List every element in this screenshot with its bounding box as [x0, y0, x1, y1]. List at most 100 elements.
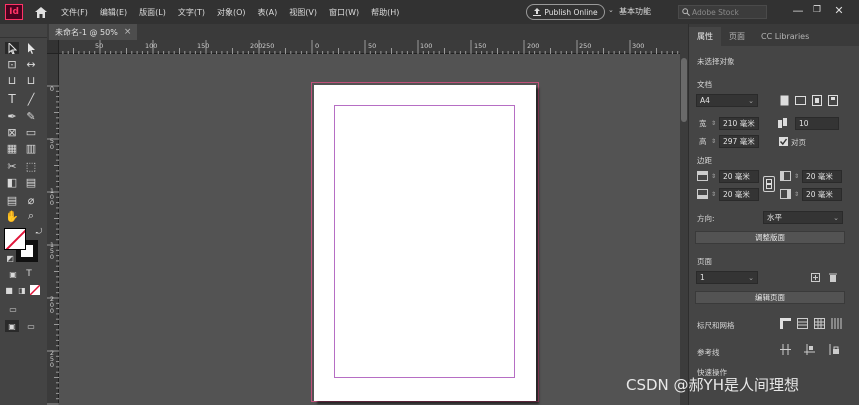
apply-gradient-icon[interactable]: ◨ — [15, 284, 29, 296]
content-placer-icon[interactable]: ⊔ — [24, 74, 38, 87]
rectangle-tool-icon[interactable]: ▭ — [24, 126, 38, 139]
vertical-scrollbar[interactable] — [680, 40, 688, 405]
workspace-switcher[interactable]: 基本功能 — [619, 6, 651, 17]
minimize-icon[interactable]: — — [791, 3, 805, 17]
height-spinner-icon[interactable]: ⇕ — [710, 135, 717, 147]
margin-bottom-spinner-icon[interactable]: ⇕ — [710, 188, 717, 200]
pen-tool-icon[interactable]: ✒ — [5, 110, 19, 123]
menu-table[interactable]: 表(A) — [258, 7, 278, 18]
chevron-down-icon: ⌄ — [748, 273, 754, 282]
margin-top-spinner-icon[interactable]: ⇕ — [710, 170, 717, 182]
margin-left-field[interactable]: 20 毫米 — [802, 170, 842, 183]
note-tool-icon[interactable]: ▤ — [5, 194, 19, 207]
rectangle-frame-tool-icon[interactable]: ⊠ — [5, 126, 19, 139]
show-guides-icon[interactable] — [780, 344, 791, 355]
margin-top-field[interactable]: 20 毫米 — [719, 170, 759, 183]
formatting-container-icon[interactable]: ▣ — [6, 268, 20, 280]
margin-right-field[interactable]: 20 毫米 — [802, 188, 842, 201]
grid-tool-icon[interactable]: ▥ — [24, 142, 38, 155]
document-page[interactable] — [314, 85, 536, 401]
free-transform-tool-icon[interactable]: ⬚ — [24, 160, 38, 173]
orientation-select[interactable]: 水平 ⌄ — [763, 211, 843, 224]
margin-left-spinner-icon[interactable]: ⇕ — [793, 170, 800, 182]
horizontal-ruler[interactable]: 0 50 100 150 200 250 0 50 100 150 200 25… — [47, 40, 680, 54]
link-margins-icon[interactable] — [763, 176, 775, 192]
apply-none-icon[interactable] — [28, 284, 42, 296]
close-tab-icon[interactable]: × — [124, 27, 132, 37]
menu-help[interactable]: 帮助(H) — [371, 7, 399, 18]
publish-chevron-down-icon[interactable]: ⌄ — [608, 6, 614, 14]
document-tab[interactable]: 未命名-1 @ 50% × — [49, 24, 138, 40]
screen-mode-icon[interactable]: ▭ — [6, 303, 20, 315]
document-grid-icon[interactable] — [814, 318, 825, 329]
ruler-h-label: 100 — [420, 42, 433, 50]
pencil-tool-icon[interactable]: ✎ — [24, 110, 38, 123]
page-tool-icon[interactable]: ⊡ — [5, 58, 19, 71]
ruler-toggle-icon[interactable] — [780, 318, 791, 329]
scrollbar-thumb[interactable] — [681, 58, 687, 122]
page-select[interactable]: 1 ⌄ — [696, 271, 758, 284]
pasteboard[interactable] — [59, 54, 680, 405]
binding-left-icon[interactable] — [811, 95, 822, 106]
edit-page-button[interactable]: 编辑页面 — [695, 291, 845, 304]
gradient-swatch-tool-icon[interactable]: ◧ — [5, 176, 19, 189]
publish-online-button[interactable]: Publish Online — [526, 4, 605, 20]
vertical-ruler[interactable]: 0 50 100 150 200 250 — [47, 54, 59, 405]
lock-guides-icon[interactable] — [828, 344, 839, 355]
menu-layout[interactable]: 版面(L) — [139, 7, 166, 18]
delete-page-icon[interactable] — [827, 272, 838, 283]
menu-edit[interactable]: 编辑(E) — [100, 7, 127, 18]
fill-swatch[interactable] — [4, 228, 26, 250]
direct-selection-tool-icon[interactable] — [24, 42, 38, 54]
width-spinner-icon[interactable]: ⇕ — [710, 117, 717, 129]
menu-object[interactable]: 对象(O) — [217, 7, 246, 18]
new-page-icon[interactable] — [810, 272, 821, 283]
ruler-v-label: 250 — [49, 349, 55, 369]
restore-icon[interactable]: ❐ — [810, 3, 824, 17]
height-field[interactable]: 297 毫米 — [719, 135, 759, 148]
menu-window[interactable]: 窗口(W) — [329, 7, 359, 18]
table-tool-icon[interactable]: ▦ — [5, 142, 19, 155]
toolbar-grip[interactable] — [0, 24, 47, 38]
eyedropper-tool-icon[interactable]: ⌀ — [24, 194, 38, 207]
apply-color-icon[interactable]: ■ — [2, 284, 16, 296]
landscape-orientation-icon[interactable] — [795, 95, 806, 106]
tab-cc-libraries[interactable]: CC Libraries — [753, 27, 817, 46]
facing-pages-checkbox[interactable] — [778, 136, 789, 147]
pages-count-field[interactable]: 10 — [795, 117, 839, 130]
home-icon[interactable] — [33, 4, 49, 20]
menu-file[interactable]: 文件(F) — [61, 7, 88, 18]
ruler-v-label: 100 — [49, 187, 55, 207]
margin-bottom-field[interactable]: 20 毫米 — [719, 188, 759, 201]
scissors-tool-icon[interactable]: ✂ — [5, 160, 19, 173]
default-fill-stroke-icon[interactable]: ◩ — [3, 252, 17, 264]
adobe-stock-search[interactable]: Adobe Stock — [678, 5, 767, 19]
ruler-origin[interactable] — [47, 40, 59, 54]
portrait-orientation-icon[interactable] — [779, 95, 790, 106]
preview-view-icon[interactable]: ▭ — [24, 320, 38, 332]
line-tool-icon[interactable]: ╱ — [24, 93, 38, 106]
binding-right-icon[interactable] — [827, 95, 838, 106]
menu-view[interactable]: 视图(V) — [289, 7, 317, 18]
tab-properties[interactable]: 属性 — [689, 27, 721, 46]
baseline-grid-icon[interactable] — [797, 318, 808, 329]
gradient-feather-tool-icon[interactable]: ▤ — [24, 176, 38, 189]
type-tool-icon[interactable]: T — [5, 92, 19, 106]
menu-type[interactable]: 文字(T) — [178, 7, 205, 18]
layout-grid-icon[interactable] — [831, 318, 842, 329]
smart-guides-icon[interactable] — [804, 344, 815, 355]
margin-right-spinner-icon[interactable]: ⇕ — [793, 188, 800, 200]
adjust-layout-button[interactable]: 调整版面 — [695, 231, 845, 244]
formatting-text-icon[interactable]: T — [22, 268, 36, 280]
page-size-select[interactable]: A4 ⌄ — [696, 94, 758, 107]
normal-view-icon[interactable]: ▣ — [5, 320, 19, 332]
swap-fill-stroke-icon[interactable]: ⤾ — [32, 226, 46, 238]
selection-tool-icon[interactable] — [5, 42, 19, 54]
zoom-tool-icon[interactable]: ⌕ — [24, 209, 38, 222]
close-icon[interactable]: ✕ — [832, 3, 846, 17]
hand-tool-icon[interactable]: ✋ — [5, 210, 19, 223]
gap-tool-icon[interactable]: ↔ — [24, 58, 38, 71]
width-field[interactable]: 210 毫米 — [719, 117, 759, 130]
content-collector-icon[interactable]: ⊔ — [5, 74, 19, 87]
tab-pages[interactable]: 页面 — [721, 27, 753, 46]
